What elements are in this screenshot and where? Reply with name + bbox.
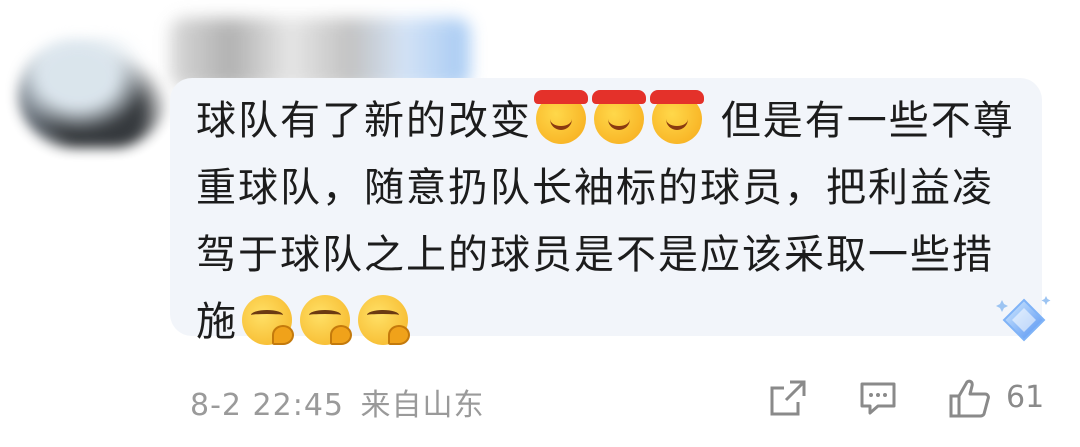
comment-text: 球队有了新的改变 但是有一些不尊重球队，随意扔队长袖标的球员，把利益凌驾于球队之… <box>196 88 1028 356</box>
comment-text-part1: 球队有了新的改变 <box>196 98 532 144</box>
sparkle-diamond-icon <box>996 296 1051 342</box>
thinking-emoji-icon <box>300 295 352 345</box>
comment-location: 来自山东 <box>360 388 485 423</box>
thinking-emoji-icon <box>358 295 410 345</box>
comment-bubble: 球队有了新的改变 但是有一些不尊重球队，随意扔队长袖标的球员，把利益凌驾于球队之… <box>170 78 1042 345</box>
headband-smile-emoji-icon <box>592 90 646 144</box>
like-count: 61 <box>1006 380 1045 415</box>
share-icon[interactable] <box>768 378 808 418</box>
comment-meta: 8-2 22:45 来自山东 <box>190 380 485 424</box>
headband-smile-emoji-icon <box>650 90 704 144</box>
thinking-emoji-icon <box>242 295 294 345</box>
thumbs-up-icon[interactable] <box>948 378 992 420</box>
headband-smile-emoji-icon <box>534 90 588 144</box>
comment-time: 8-2 22:45 <box>190 388 344 423</box>
avatar[interactable] <box>18 38 168 148</box>
comment-icon[interactable] <box>858 378 898 418</box>
